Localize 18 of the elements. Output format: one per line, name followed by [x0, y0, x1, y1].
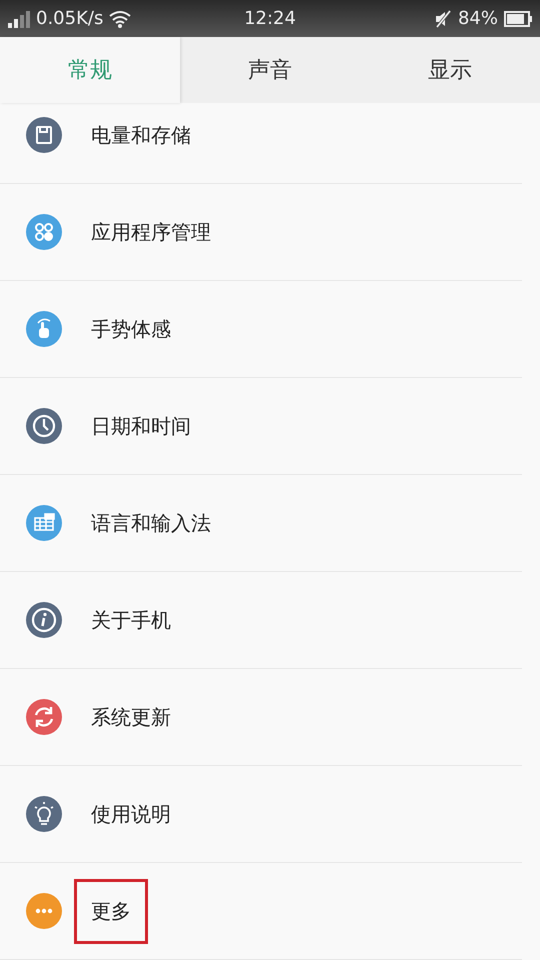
setting-label[interactable]: 日期和时间 — [91, 412, 191, 440]
setting-label[interactable]: 语言和输入法 — [91, 510, 211, 536]
mute-icon — [434, 10, 452, 28]
highlighted-setting-label[interactable]: 更多 — [74, 878, 148, 944]
clock-time: 12:24 — [244, 8, 296, 29]
tab[interactable]: 声音 — [180, 37, 360, 103]
setting-label[interactable]: 使用说明 — [91, 800, 171, 828]
battery-percent: 84% — [458, 8, 498, 29]
wifi-icon — [109, 10, 132, 28]
setting-label[interactable]: 电量和存储 — [91, 122, 191, 148]
battery-icon — [504, 10, 532, 26]
setting-label[interactable]: 关于手机 — [91, 606, 171, 634]
setting-label[interactable]: 应用程序管理 — [91, 218, 211, 246]
signal-icon — [8, 10, 30, 28]
network-speed: 0.05K/s — [36, 8, 104, 29]
tab[interactable]: 显示 — [360, 37, 540, 103]
setting-label[interactable]: 系统更新 — [91, 704, 171, 730]
setting-label[interactable]: 手势体感 — [91, 316, 171, 342]
